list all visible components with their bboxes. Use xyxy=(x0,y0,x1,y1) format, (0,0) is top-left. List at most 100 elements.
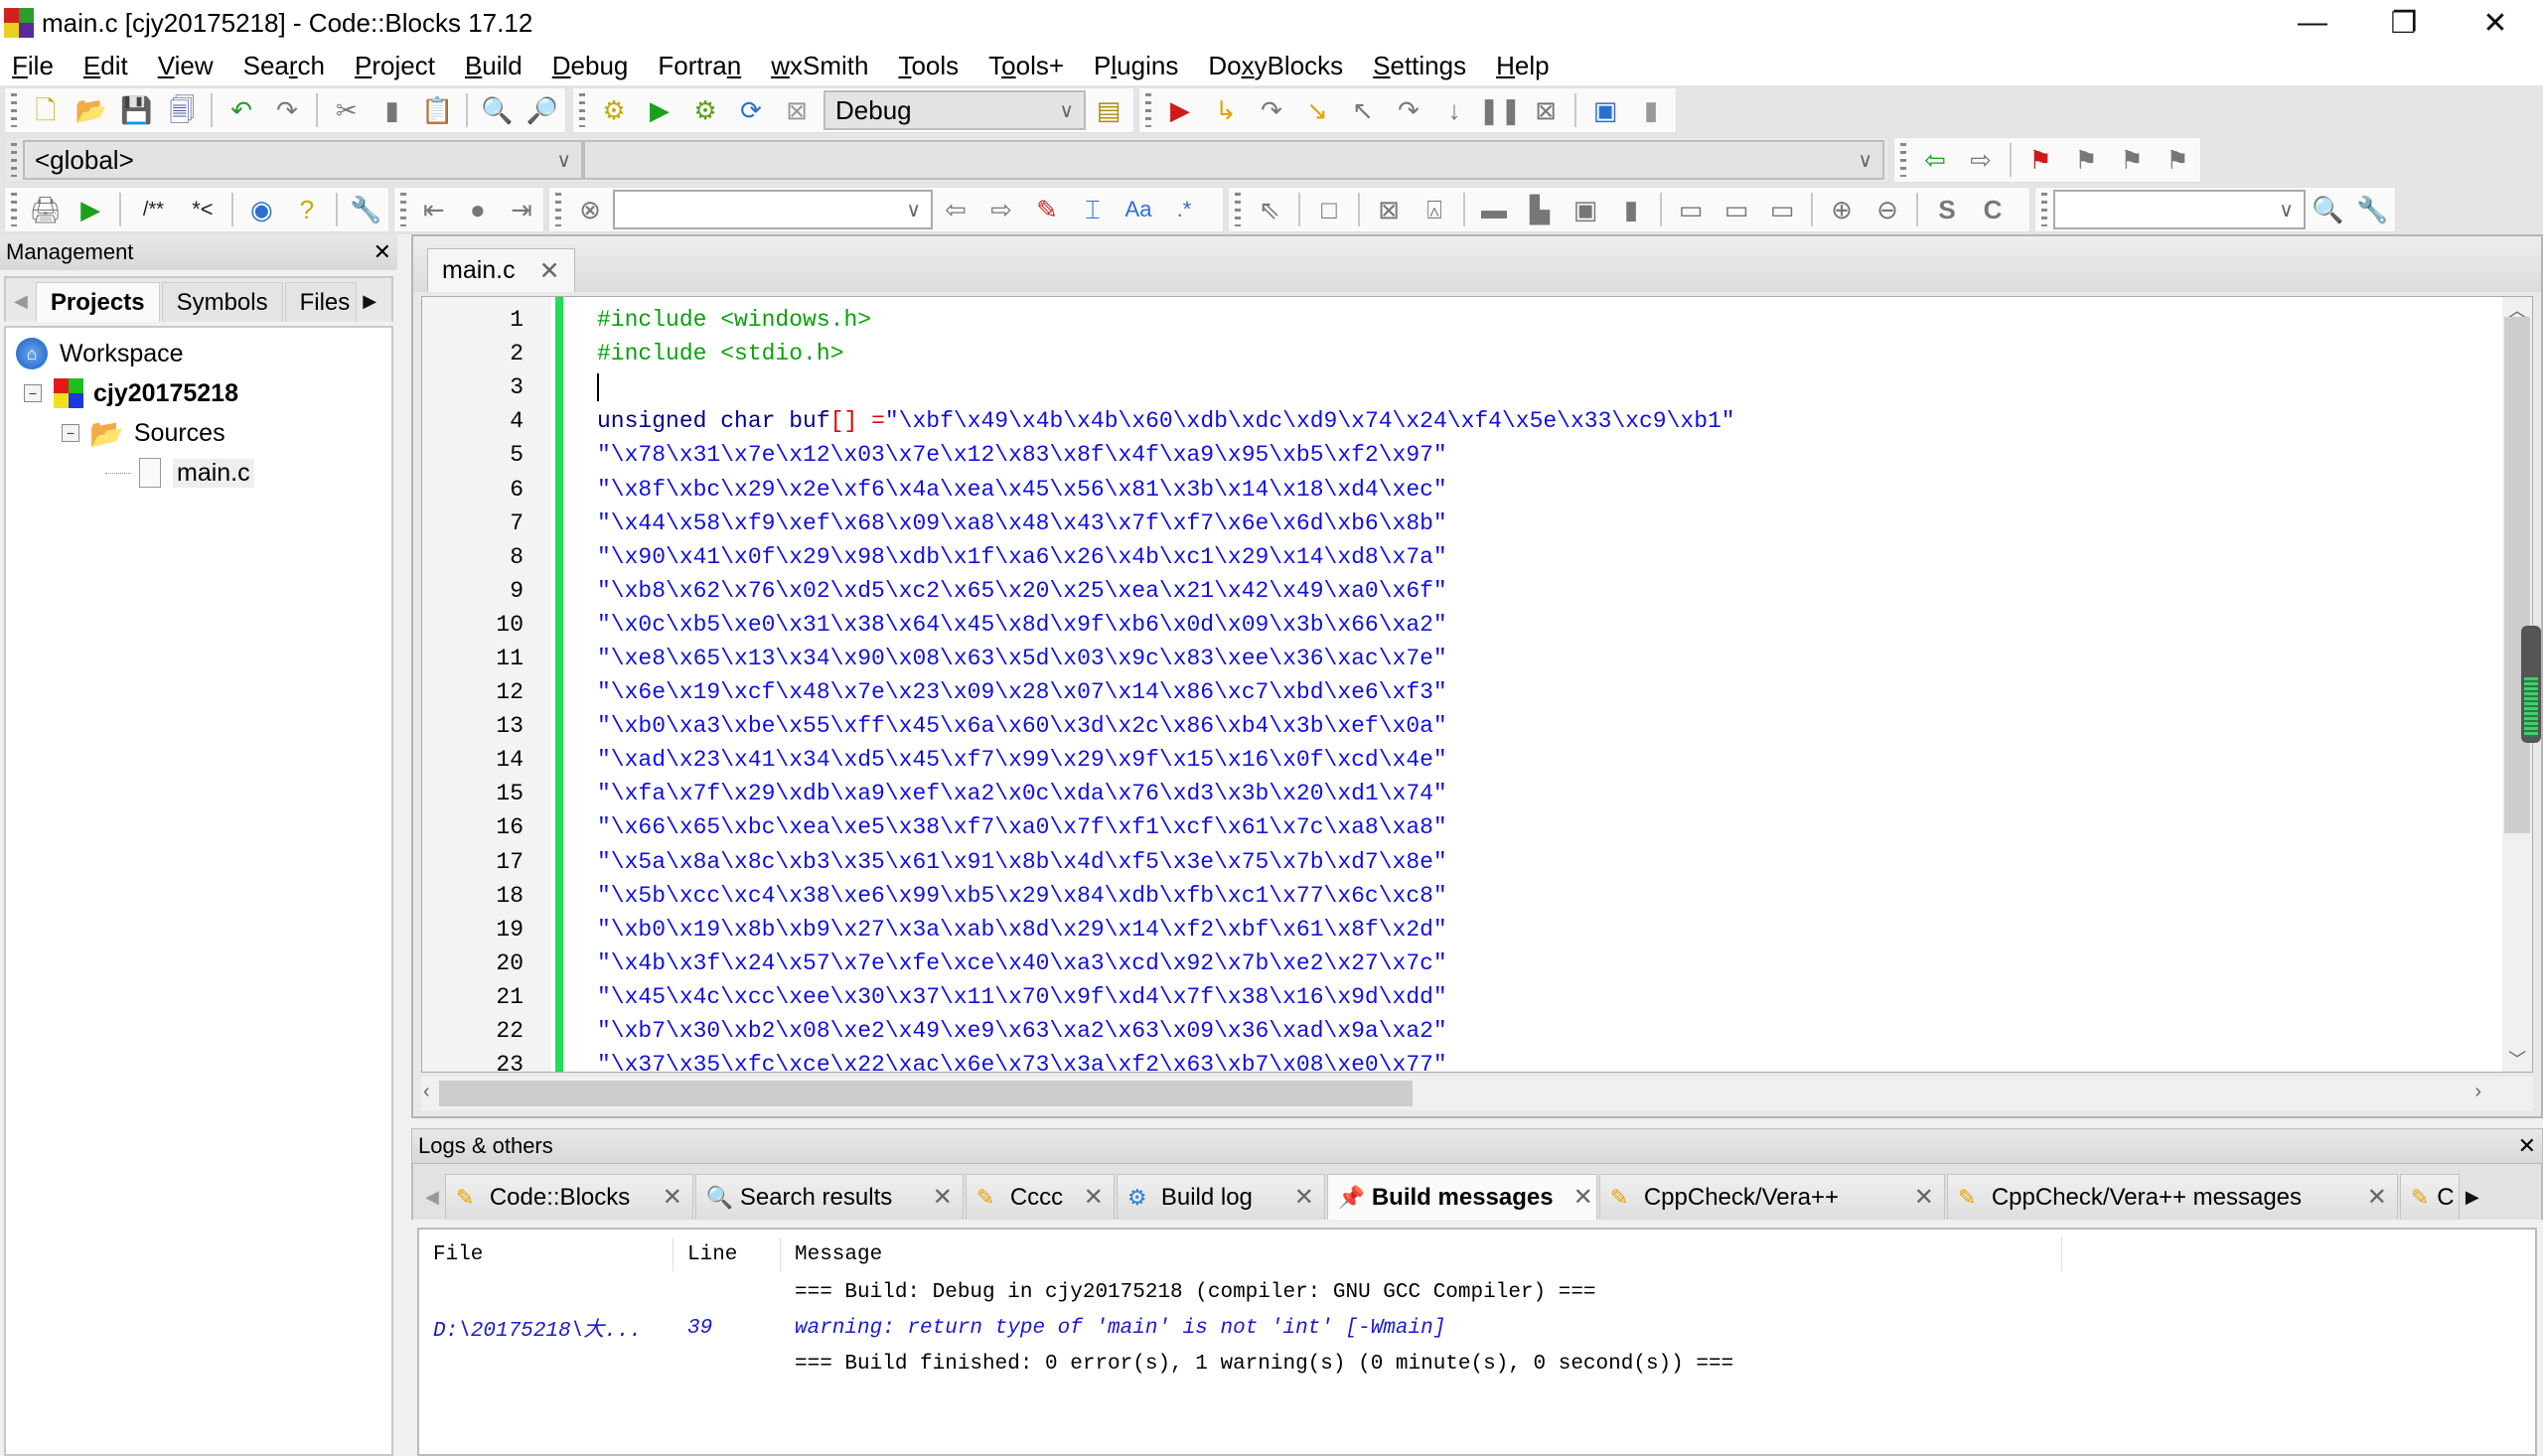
save-all-icon[interactable]: 🗐 xyxy=(164,92,200,128)
doxywizard-icon[interactable]: 🖨 xyxy=(28,192,63,227)
code-line[interactable]: 7 "\x44\x58\xf9\xef\x68\x09\xa8\x48\x43\x… xyxy=(422,507,2502,540)
thread-search-input[interactable]: ∨ xyxy=(2052,190,2306,229)
build-target-select[interactable]: Debug ∨ xyxy=(823,90,1086,130)
code-line[interactable]: 17 "\x5a\x8a\x8c\xb3\x35\x61\x91\x8b\x4d\… xyxy=(422,845,2502,879)
stop-debugger-icon[interactable]: ⊠ xyxy=(1528,92,1564,128)
debug-windows-icon[interactable]: ▣ xyxy=(1587,92,1623,128)
logs-tab-search-results[interactable]: 🔍 Search results ✕ xyxy=(694,1174,964,1220)
preferences-wrench-icon[interactable]: 🔧 xyxy=(349,192,383,227)
close-tab-icon[interactable]: ✕ xyxy=(1084,1183,1104,1212)
code-line[interactable]: 19 "\xb0\x19\x8b\xb9\x27\x3a\xab\x8d\x29\… xyxy=(422,913,2502,946)
step-into-icon[interactable]: ↘ xyxy=(1299,92,1335,128)
toolbar-grip[interactable] xyxy=(400,193,406,226)
jump-forward-icon[interactable]: ⇨ xyxy=(1963,142,1999,178)
browse-forward-icon[interactable]: ⇥ xyxy=(505,192,538,227)
column-header-line[interactable]: Line xyxy=(673,1238,781,1271)
step-out-icon[interactable]: ↖ xyxy=(1345,92,1381,128)
zoom-in-icon[interactable]: ⊕ xyxy=(1824,192,1860,227)
logs-tab-scroll-right-icon[interactable]: ▶ xyxy=(2462,1187,2483,1220)
close-tab-icon[interactable]: ✕ xyxy=(539,256,560,286)
thread-search-icon[interactable]: 🔍 xyxy=(2311,192,2345,227)
menu-toolsplus[interactable]: Tools+ xyxy=(988,51,1064,81)
close-tab-icon[interactable]: ✕ xyxy=(2367,1183,2387,1212)
message-row[interactable]: === Build: Debug in cjy20175218 (compile… xyxy=(419,1275,2535,1309)
menu-wxsmith[interactable]: wxSmith xyxy=(771,51,868,81)
code-line[interactable]: 1 #include <windows.h> xyxy=(422,303,2502,337)
logs-tab-code-blocks[interactable]: ✎ Code::Blocks ✕ xyxy=(444,1174,693,1220)
run-html-icon[interactable]: ◉ xyxy=(244,192,279,227)
align-top-icon[interactable]: ▬ xyxy=(1476,192,1512,227)
code-line[interactable]: 20 "\x4b\x3f\x24\x57\x7e\xfe\xce\x40\xa3\… xyxy=(422,946,2502,980)
save-icon[interactable]: 💾 xyxy=(119,92,155,128)
cut-icon[interactable]: ✂ xyxy=(329,92,365,128)
rebuild-icon[interactable]: ⟳ xyxy=(733,92,769,128)
menu-plugins[interactable]: Plugins xyxy=(1094,51,1178,81)
logs-tab-build-messages[interactable]: 📌 Build messages ✕ xyxy=(1326,1174,1597,1220)
horizontal-scroll-thumb[interactable] xyxy=(439,1081,1413,1106)
close-logs-button[interactable]: ✕ xyxy=(2518,1133,2536,1159)
thread-search-options-icon[interactable]: 🔧 xyxy=(2355,192,2390,227)
expand-h-icon[interactable]: ▭ xyxy=(1673,192,1709,227)
build-and-run-icon[interactable]: ⚙ xyxy=(687,92,723,128)
collapse-icon[interactable]: − xyxy=(62,424,79,442)
document-position-marker[interactable] xyxy=(2521,626,2541,743)
scope-select[interactable]: <global> ∨ xyxy=(23,140,583,180)
menu-edit[interactable]: Edit xyxy=(83,51,128,81)
align-left-icon[interactable]: ▣ xyxy=(1568,192,1603,227)
configure-icon[interactable]: C xyxy=(1975,192,2011,227)
jump-back-icon[interactable]: ⇦ xyxy=(1917,142,1953,178)
insert-before-icon[interactable]: ⊠ xyxy=(1371,192,1407,227)
undo-icon[interactable]: ↶ xyxy=(224,92,259,128)
replace-icon[interactable]: 🔎 xyxy=(524,92,560,128)
code-line[interactable]: 8 "\x90\x41\x0f\x29\x98\xdb\x1f\xa6\x26\x… xyxy=(422,540,2502,574)
menu-view[interactable]: View xyxy=(158,51,214,81)
line-comment-icon[interactable]: *< xyxy=(185,192,220,227)
open-file-icon[interactable]: 📂 xyxy=(74,92,109,128)
code-line[interactable]: 6 "\x8f\xbc\x29\x2e\xf6\x4a\xea\x45\x56\x… xyxy=(422,472,2502,506)
previous-bookmark-icon[interactable]: ⚑ xyxy=(2068,142,2104,178)
tab-scroll-left-icon[interactable]: ◀ xyxy=(6,291,36,322)
toolbar-grip[interactable] xyxy=(11,93,17,127)
redo-icon[interactable]: ↷ xyxy=(269,92,305,128)
restore-button[interactable]: ❐ xyxy=(2358,0,2450,46)
expand-both-icon[interactable]: ▭ xyxy=(1764,192,1800,227)
close-management-button[interactable]: ✕ xyxy=(374,239,391,265)
code-line[interactable]: 14 "\xad\x23\x41\x34\xd5\x45\xf7\x99\x29\… xyxy=(422,743,2502,777)
logs-tab-scroll-left-icon[interactable]: ◀ xyxy=(419,1187,445,1220)
logs-tab-build-log[interactable]: ⚙ Build log ✕ xyxy=(1116,1174,1325,1220)
logs-tab-cccc[interactable]: ✎ Cccc ✕ xyxy=(965,1174,1115,1220)
logs-tab-c[interactable]: ✎ C xyxy=(2399,1174,2460,1220)
various-info-icon[interactable]: ▮ xyxy=(1633,92,1669,128)
close-tab-icon[interactable]: ✕ xyxy=(663,1183,682,1212)
editor-tab-main-c[interactable]: main.c ✕ xyxy=(427,248,575,292)
clear-search-icon[interactable]: ⊗ xyxy=(572,192,608,227)
scroll-right-icon[interactable]: › xyxy=(2474,1081,2481,1103)
menu-build[interactable]: Build xyxy=(465,51,523,81)
code-line[interactable]: 18 "\x5b\xcc\xc4\x38\xe6\x99\xb5\x29\x84\… xyxy=(422,879,2502,913)
close-tab-icon[interactable]: ✕ xyxy=(1573,1183,1593,1212)
build-options-icon[interactable]: ▤ xyxy=(1091,92,1126,128)
code-line[interactable]: 15 "\xfa\x7f\x29\xdb\xa9\xef\xa2\x0c\xda\… xyxy=(422,777,2502,810)
scroll-left-icon[interactable]: ‹ xyxy=(423,1081,430,1103)
new-file-icon[interactable]: 🗋 xyxy=(28,92,64,128)
menu-project[interactable]: Project xyxy=(355,51,435,81)
code-line[interactable]: 22 "\xb7\x30\xb2\x08\xe2\x49\xe9\x63\xa2\… xyxy=(422,1014,2502,1048)
abort-icon[interactable]: ⊠ xyxy=(779,92,815,128)
menu-debug[interactable]: Debug xyxy=(552,51,629,81)
toolbar-grip[interactable] xyxy=(555,193,561,226)
message-row[interactable]: === Build finished: 0 error(s), 1 warnin… xyxy=(419,1347,2535,1381)
scroll-down-icon[interactable]: ﹀ xyxy=(2508,1046,2526,1072)
paste-icon[interactable]: 📋 xyxy=(420,92,456,128)
toolbar-grip[interactable] xyxy=(11,143,17,177)
pointer-icon[interactable]: ⇖ xyxy=(1252,192,1287,227)
code-line[interactable]: 11 "\xe8\x65\x13\x34\x90\x08\x63\x5d\x03\… xyxy=(422,642,2502,675)
find-previous-icon[interactable]: ⇦ xyxy=(938,192,973,227)
code-line[interactable]: 3 xyxy=(422,370,2502,404)
block-comment-icon[interactable]: /** xyxy=(132,192,175,227)
column-header-message[interactable]: Message xyxy=(781,1238,2062,1271)
code-line[interactable]: 23 "\x37\x35\xfc\xce\x22\xac\x6e\x73\x3a\… xyxy=(422,1048,2502,1072)
code-line[interactable]: 4 unsigned char buf[] ="\xbf\x49\x4b\x4b\… xyxy=(422,404,2502,438)
toolbar-grip[interactable] xyxy=(1235,193,1241,226)
menu-settings[interactable]: Settings xyxy=(1373,51,1466,81)
menu-tools[interactable]: Tools xyxy=(898,51,959,81)
